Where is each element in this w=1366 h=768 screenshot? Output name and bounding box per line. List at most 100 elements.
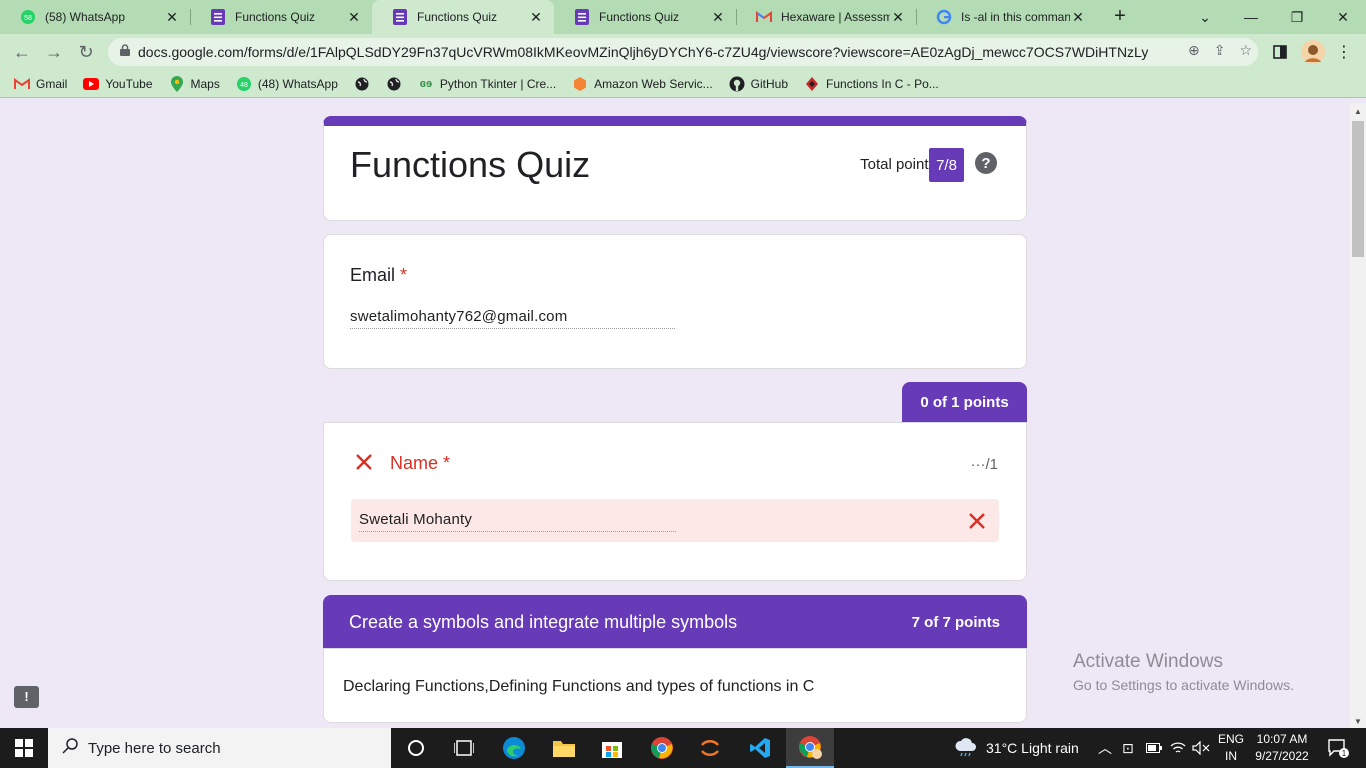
clock-date: 9/27/2022 bbox=[1255, 749, 1309, 763]
language-code: ENG bbox=[1217, 732, 1244, 746]
restore-button[interactable]: ❐ bbox=[1274, 0, 1320, 34]
scroll-thumb[interactable] bbox=[1352, 121, 1364, 257]
forms-icon bbox=[210, 9, 226, 25]
input-language-indicator[interactable]: ENG IN bbox=[1216, 731, 1246, 765]
close-icon[interactable]: ✕ bbox=[890, 9, 906, 26]
lock-icon bbox=[120, 43, 130, 61]
question-points: ···/1 bbox=[970, 456, 999, 473]
chrome-menu-icon[interactable]: ⋮ bbox=[1334, 40, 1354, 64]
email-label: Email * bbox=[350, 265, 407, 286]
search-icon bbox=[62, 738, 78, 758]
gfg-icon: ɞɘ bbox=[419, 77, 433, 90]
share-icon[interactable]: ⇪ bbox=[1214, 42, 1226, 59]
task-view-icon[interactable] bbox=[440, 728, 488, 768]
tab-whatsapp[interactable]: 58 (58) WhatsApp ✕ bbox=[0, 0, 190, 34]
forms-icon bbox=[392, 9, 408, 25]
microsoft-store-icon[interactable] bbox=[588, 728, 636, 768]
cortana-icon[interactable] bbox=[392, 728, 440, 768]
bookmark-github[interactable]: GitHub bbox=[729, 76, 788, 92]
svg-text:48: 48 bbox=[240, 82, 248, 89]
edge-icon[interactable] bbox=[490, 728, 538, 768]
file-explorer-icon[interactable] bbox=[540, 728, 588, 768]
new-tab-button[interactable]: + bbox=[1108, 5, 1132, 29]
windows-start-icon[interactable] bbox=[0, 728, 48, 768]
svg-text:58: 58 bbox=[24, 15, 32, 22]
bookmark-label: YouTube bbox=[105, 76, 153, 91]
browser-tab-strip: 58 (58) WhatsApp ✕ Functions Quiz ✕ Func… bbox=[0, 0, 1366, 34]
show-hidden-icons-chevron-icon[interactable]: ︿ bbox=[1098, 728, 1112, 768]
bookmark-label: Functions In C - Po... bbox=[826, 76, 939, 91]
close-icon[interactable]: ✕ bbox=[346, 9, 362, 26]
google-icon bbox=[936, 9, 952, 25]
browser-toolbar: ← → ↻ docs.google.com/forms/d/e/1FAlpQLS… bbox=[0, 34, 1366, 70]
tab-functions-quiz-3[interactable]: Functions Quiz ✕ bbox=[554, 0, 736, 34]
section-description-card: Declaring Functions,Defining Functions a… bbox=[323, 648, 1027, 723]
incorrect-answer-box: Swetali Mohanty bbox=[351, 499, 999, 542]
profile-avatar[interactable] bbox=[1300, 40, 1326, 64]
form-header-card: Functions Quiz Total points 7/8 ? bbox=[323, 116, 1027, 221]
bookmark-maps[interactable]: Maps bbox=[169, 75, 220, 92]
side-panel-icon[interactable] bbox=[1270, 40, 1290, 64]
bookmarks-bar: Gmail YouTube Maps 48 (48) WhatsApp ɞɘ P… bbox=[0, 70, 1366, 98]
section-title: Create a symbols and integrate multiple … bbox=[349, 612, 738, 632]
minimize-button[interactable]: — bbox=[1228, 0, 1274, 34]
bookmark-functions-in-c[interactable]: Functions In C - Po... bbox=[804, 76, 939, 92]
gmail-icon bbox=[756, 9, 772, 25]
bookmark-youtube[interactable]: YouTube bbox=[83, 76, 153, 92]
close-icon[interactable]: ✕ bbox=[164, 9, 180, 26]
chrome-active-window-icon[interactable] bbox=[786, 728, 834, 768]
bookmark-aws[interactable]: Amazon Web Servic... bbox=[572, 76, 713, 92]
notification-center-icon[interactable]: 1 bbox=[1322, 728, 1354, 768]
close-icon[interactable]: ✕ bbox=[710, 9, 726, 26]
svg-text:1: 1 bbox=[1342, 749, 1347, 758]
zoom-icon[interactable]: ⊕ bbox=[1188, 42, 1200, 59]
back-arrow-icon[interactable]: ← bbox=[10, 40, 34, 64]
scroll-down-icon[interactable]: ▼ bbox=[1354, 717, 1362, 726]
battery-icon[interactable] bbox=[1146, 728, 1162, 768]
weather-widget[interactable]: 31°C Light rain bbox=[954, 728, 1079, 768]
close-icon[interactable]: ✕ bbox=[1070, 9, 1086, 26]
watermark-subtitle: Go to Settings to activate Windows. bbox=[1073, 677, 1294, 693]
jupyter-icon[interactable] bbox=[686, 728, 734, 768]
github-icon bbox=[729, 76, 745, 92]
bookmark-gmail[interactable]: Gmail bbox=[14, 76, 67, 92]
bookmark-label: (48) WhatsApp bbox=[257, 76, 338, 91]
address-bar[interactable]: docs.google.com/forms/d/e/1FAlpQLSdDY29F… bbox=[108, 38, 1258, 66]
tab-functions-quiz-active[interactable]: Functions Quiz ✕ bbox=[372, 0, 554, 34]
bookmark-label: Python Tkinter | Cre... bbox=[439, 76, 557, 91]
email-label-text: Email bbox=[350, 265, 396, 285]
forward-arrow-icon[interactable]: → bbox=[42, 40, 66, 64]
name-question-card: Name * ···/1 Swetali Mohanty bbox=[323, 422, 1027, 581]
required-asterisk: * bbox=[400, 265, 408, 285]
bookmark-whatsapp[interactable]: 48 (48) WhatsApp bbox=[236, 76, 338, 92]
tab-google-search[interactable]: Is -al in this comman ✕ bbox=[916, 0, 1096, 34]
volume-muted-icon[interactable] bbox=[1192, 728, 1210, 768]
whatsapp-icon: 58 bbox=[20, 9, 36, 25]
wifi-icon[interactable] bbox=[1170, 728, 1186, 768]
tab-functions-quiz-1[interactable]: Functions Quiz ✕ bbox=[190, 0, 372, 34]
whatsapp-icon: 48 bbox=[236, 76, 252, 92]
reload-icon[interactable]: ↻ bbox=[74, 40, 98, 64]
tab-hexaware[interactable]: Hexaware | Assessmer ✕ bbox=[736, 0, 916, 34]
bookmark-label: Gmail bbox=[36, 76, 68, 91]
bookmark-star-icon[interactable]: ☆ bbox=[1239, 42, 1252, 59]
name-answer: Swetali Mohanty bbox=[359, 511, 676, 532]
window-close-button[interactable]: ✕ bbox=[1320, 0, 1366, 34]
bookmark-python-tkinter[interactable]: ɞɘ Python Tkinter | Cre... bbox=[418, 76, 556, 92]
bookmark-label: Maps bbox=[190, 76, 220, 91]
total-score-badge: 7/8 bbox=[929, 148, 964, 182]
chrome-icon[interactable] bbox=[638, 728, 686, 768]
vscode-icon[interactable] bbox=[736, 728, 784, 768]
clock-time: 10:07 AM bbox=[1256, 732, 1308, 746]
close-icon[interactable]: ✕ bbox=[528, 9, 544, 26]
page-scrollbar[interactable]: ▲ ▼ bbox=[1350, 103, 1366, 728]
taskbar-search-box[interactable]: Type here to search bbox=[48, 728, 391, 768]
feedback-icon[interactable]: ! bbox=[14, 686, 39, 708]
system-clock[interactable]: 10:07 AM 9/27/2022 bbox=[1248, 731, 1316, 765]
help-icon[interactable]: ? bbox=[975, 152, 997, 174]
network-adapter-icon[interactable]: ⊡ bbox=[1122, 728, 1134, 768]
tab-search-chevron-icon[interactable]: ⌄ bbox=[1182, 0, 1228, 34]
bookmark-globe-1[interactable] bbox=[354, 76, 370, 92]
scroll-up-icon[interactable]: ▲ bbox=[1354, 107, 1362, 116]
bookmark-globe-2[interactable] bbox=[386, 76, 402, 92]
